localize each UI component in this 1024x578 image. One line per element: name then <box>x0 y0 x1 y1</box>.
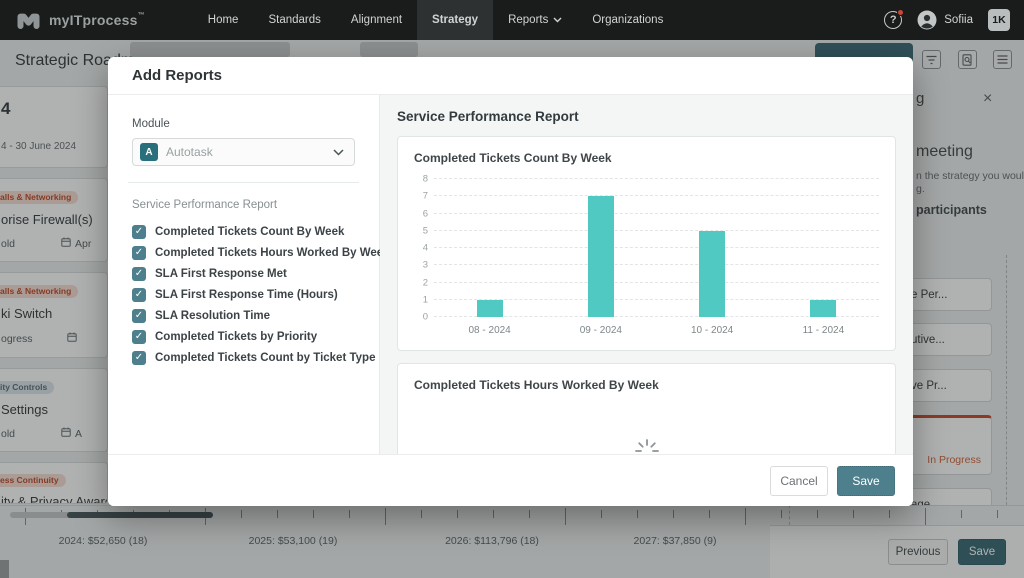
gridline <box>434 213 879 214</box>
checkbox-checked-icon[interactable]: ✓ <box>132 330 146 344</box>
x-tick-label: 09 - 2024 <box>580 325 622 336</box>
nav-item-alignment[interactable]: Alignment <box>336 0 417 40</box>
user-menu[interactable]: Sofiia <box>917 10 973 30</box>
chart-title: Completed Tickets Hours Worked By Week <box>414 378 879 392</box>
brand[interactable]: myITprocess™ <box>0 10 145 30</box>
module-selection-panel: Module A Autotask Service Performance Re… <box>108 95 380 454</box>
notification-dot <box>897 9 904 16</box>
bar-10 - 2024 <box>699 231 725 317</box>
checkbox-label: Completed Tickets Count By Week <box>155 226 344 238</box>
y-tick-label: 3 <box>423 260 428 271</box>
brand-name: myITprocess™ <box>49 12 145 28</box>
gridline <box>434 247 879 248</box>
y-tick-label: 7 <box>423 191 428 202</box>
report-checkbox-row[interactable]: ✓ Completed Tickets by Priority <box>132 329 355 344</box>
gridline <box>434 230 879 231</box>
y-tick-label: 2 <box>423 277 428 288</box>
chevron-down-icon <box>553 17 562 23</box>
kaseya-badge[interactable]: 1K <box>988 9 1010 31</box>
module-value: Autotask <box>166 145 325 159</box>
modal-title: Add Reports <box>132 67 222 84</box>
top-navigation: myITprocess™ Home Standards Alignment St… <box>0 0 1024 40</box>
x-tick-label: 11 - 2024 <box>803 325 845 336</box>
checkbox-checked-icon[interactable]: ✓ <box>132 246 146 260</box>
checkbox-label: SLA Resolution Time <box>155 310 270 322</box>
gridline <box>434 195 879 196</box>
user-name: Sofiia <box>944 14 973 26</box>
x-axis: 08 - 2024 09 - 2024 10 - 2024 11 - 2024 <box>434 317 879 337</box>
report-checkbox-row[interactable]: ✓ SLA First Response Time (Hours) <box>132 287 355 302</box>
chevron-down-icon <box>333 149 344 156</box>
y-axis: 012345678 <box>414 179 434 317</box>
report-checkbox-row[interactable]: ✓Completed Tickets Hours Worked By Week <box>132 245 355 260</box>
gridline <box>434 282 879 283</box>
checkbox-checked-icon[interactable]: ✓ <box>132 267 146 281</box>
checkbox-label: Completed Tickets by Priority <box>155 331 317 343</box>
chart-card-hours-worked: Completed Tickets Hours Worked By Week <box>397 363 896 454</box>
nav-right-cluster: ? Sofiia 1K <box>884 9 1024 31</box>
checkbox-label: Completed Tickets Hours Worked By Week <box>155 247 390 259</box>
nav-item-reports[interactable]: Reports <box>493 0 577 40</box>
bar-11 - 2024 <box>810 300 836 317</box>
module-label: Module <box>132 118 355 130</box>
save-button[interactable]: Save <box>837 466 895 496</box>
cancel-button[interactable]: Cancel <box>770 466 828 496</box>
x-tick-label: 10 - 2024 <box>691 325 733 336</box>
nav-item-strategy[interactable]: Strategy <box>417 0 493 40</box>
chart-card-completed-tickets-count: Completed Tickets Count By Week 0 1 2 3 4 5 6 7… <box>397 136 896 351</box>
checkbox-label: SLA First Response Time (Hours) <box>155 289 338 301</box>
report-checkbox-list: ✓Completed Tickets Count By Week✓Complet… <box>132 224 355 365</box>
autotask-icon: A <box>140 143 158 161</box>
loading-spinner-icon <box>634 438 660 454</box>
bar-09 - 2024 <box>588 196 614 317</box>
report-preview-panel: Service Performance Report Completed Tic… <box>380 95 913 454</box>
y-tick-label: 0 <box>423 312 428 323</box>
nav-item-home[interactable]: Home <box>193 0 254 40</box>
modal-header: Add Reports <box>108 57 913 95</box>
checkbox-checked-icon[interactable]: ✓ <box>132 351 146 365</box>
report-checkbox-row[interactable]: ✓ Completed Tickets Count By Week <box>132 224 355 239</box>
checkbox-label: SLA First Response Met <box>155 268 287 280</box>
report-section-label: Service Performance Report <box>132 199 355 211</box>
report-checkbox-row[interactable]: ✓Completed Tickets Count by Ticket Type <box>132 350 355 365</box>
y-tick-label: 8 <box>423 174 428 185</box>
divider <box>128 182 359 183</box>
module-dropdown[interactable]: A Autotask <box>132 138 355 166</box>
nav-menu: Home Standards Alignment Strategy Report… <box>193 0 679 40</box>
myitprocess-logo-icon <box>16 10 41 30</box>
y-tick-label: 6 <box>423 208 428 219</box>
checkbox-checked-icon[interactable]: ✓ <box>132 309 146 323</box>
report-checkbox-row[interactable]: ✓ SLA First Response Met <box>132 266 355 281</box>
nav-item-standards[interactable]: Standards <box>253 0 335 40</box>
checkbox-label: Completed Tickets Count by Ticket Type <box>155 352 375 364</box>
avatar-icon <box>917 10 937 30</box>
y-tick-label: 4 <box>423 243 428 254</box>
x-tick-label: 08 - 2024 <box>468 325 510 336</box>
bar-08 - 2024 <box>477 300 503 317</box>
modal-footer: Cancel Save <box>108 454 913 506</box>
chart-title: Completed Tickets Count By Week <box>414 151 879 165</box>
bar-chart-plot <box>434 179 879 317</box>
y-tick-label: 5 <box>423 225 428 236</box>
preview-heading: Service Performance Report <box>397 109 896 124</box>
checkbox-checked-icon[interactable]: ✓ <box>132 288 146 302</box>
nav-item-organizations[interactable]: Organizations <box>577 0 678 40</box>
report-checkbox-row[interactable]: ✓ SLA Resolution Time <box>132 308 355 323</box>
gridline <box>434 264 879 265</box>
gridline <box>434 178 879 179</box>
add-reports-modal: Add Reports Module A Autotask Service Pe… <box>108 57 913 506</box>
y-tick-label: 1 <box>423 294 428 305</box>
checkbox-checked-icon[interactable]: ✓ <box>132 225 146 239</box>
help-icon[interactable]: ? <box>884 11 902 29</box>
